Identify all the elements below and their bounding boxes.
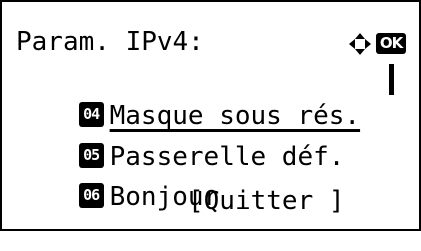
menu-item-subnet-mask[interactable]: 04 Masque sous rés.	[16, 62, 360, 131]
four-way-arrow-icon	[349, 33, 371, 55]
quit-button[interactable]: [Quitter ]	[188, 183, 345, 219]
menu-item-bonjour[interactable]: 06 Bonjour	[16, 143, 219, 212]
lcd-screen: Param. IPv4: OK 04 Masque sous rés. 05 Pas…	[0, 0, 421, 231]
menu-item-number: 06	[78, 183, 104, 208]
screen-title: Param. IPv4:	[16, 27, 204, 57]
selection-cursor	[389, 64, 394, 95]
menu-item-default-gateway[interactable]: 05 Passerelle déf.	[16, 103, 344, 172]
ok-key-icon: OK	[376, 33, 406, 54]
